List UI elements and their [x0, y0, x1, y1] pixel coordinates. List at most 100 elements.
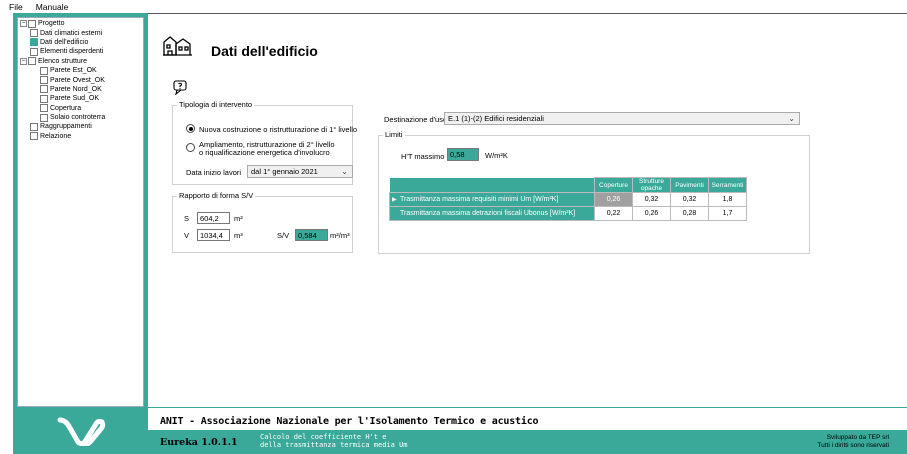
- v-label: V: [184, 231, 190, 240]
- tree-checkbox[interactable]: [40, 76, 48, 85]
- footer-bar: Eureka 1.0.1.1 Calcolo del coefficiente …: [148, 430, 907, 454]
- tree-checkbox[interactable]: [30, 29, 38, 38]
- tree-item[interactable]: Solaio controterra: [20, 113, 143, 122]
- desc-line-1: Calcolo del coefficiente H't e: [260, 433, 387, 441]
- tree-checkbox[interactable]: [30, 47, 38, 56]
- table-cell[interactable]: 0,26: [632, 206, 671, 221]
- limiti-title: Limiti: [383, 130, 405, 139]
- table-row[interactable]: ▶ Trasmittanza massima requisiti minimi U…: [389, 192, 747, 207]
- tipologia-group: Tipologia di intervento Nuova costruzion…: [172, 100, 357, 185]
- tree-item-label: Parete Nord_OK: [50, 85, 102, 93]
- table-cell[interactable]: 1,8: [708, 192, 747, 207]
- destinazione-value: E.1 (1)-(2) Edifici residenziali: [448, 114, 544, 123]
- tree-item[interactable]: Parete Sud_OK: [20, 94, 143, 103]
- tree-item-label: Raggruppamenti: [40, 123, 92, 131]
- tree-item[interactable]: Parete Ovest_OK: [20, 75, 143, 85]
- row-label-text: Trasmittanza massima detrazioni fiscali …: [400, 210, 576, 217]
- s-field[interactable]: 604,2: [197, 212, 230, 224]
- anit-logo: [13, 407, 148, 454]
- footer-header: ANIT - Associazione Nazionale per l'Isol…: [148, 407, 907, 430]
- tipologia-title: Tipologia di intervento: [177, 100, 255, 109]
- tree-checkbox[interactable]: [40, 104, 48, 113]
- app-version: Eureka 1.0.1.1: [160, 437, 238, 448]
- col-serramenti: Serramenti: [708, 177, 747, 193]
- tree-item[interactable]: − Progetto: [20, 19, 143, 28]
- col-strutture-opache: Strutture opache: [632, 177, 671, 193]
- table-cell[interactable]: 0,32: [632, 192, 671, 207]
- row-label-text: Trasmittanza massima requisiti minimi Um…: [400, 196, 559, 203]
- tree-item-label: Progetto: [38, 20, 65, 28]
- tree-item-label: Dati dell'edificio: [40, 38, 89, 46]
- tree-item-label: Parete Sud_OK: [50, 95, 100, 103]
- tree-item-label: Relazione: [40, 132, 72, 140]
- credits-line-2: Tutti i diritti sono riservati: [817, 442, 889, 449]
- tree-item[interactable]: Copertura: [20, 104, 143, 113]
- tree-item[interactable]: Relazione: [20, 132, 143, 141]
- tree-item-label: Elementi disperdenti: [40, 48, 104, 56]
- row-label: Trasmittanza massima detrazioni fiscali …: [389, 206, 595, 221]
- table-row[interactable]: Trasmittanza massima detrazioni fiscali …: [389, 206, 747, 221]
- s-unit: m²: [234, 214, 243, 223]
- tree-checkbox[interactable]: [40, 66, 48, 75]
- tree-item-label: Dati climatici esterni: [40, 29, 103, 37]
- tree-item[interactable]: Parete Nord_OK: [20, 85, 143, 94]
- chevron-down-icon: ⌄: [788, 114, 795, 123]
- collapse-icon[interactable]: −: [20, 20, 27, 28]
- v-unit: m³: [234, 231, 243, 240]
- ht-label: H'T massimo: [401, 152, 445, 161]
- sv-unit: m²/m³: [330, 231, 350, 240]
- project-tree[interactable]: − Progetto Dati climatici esterni Dati dell…: [17, 17, 144, 407]
- tree-checkbox[interactable]: [30, 38, 38, 47]
- limiti-table: Coperture Strutture opache Pavimenti Ser…: [389, 177, 747, 221]
- tree-checkbox[interactable]: [30, 132, 38, 141]
- table-corner: [389, 177, 595, 193]
- table-cell[interactable]: 0,28: [670, 206, 709, 221]
- tree-checkbox[interactable]: [28, 19, 36, 28]
- tree-checkbox[interactable]: [40, 113, 48, 122]
- tree-item[interactable]: Elementi disperdenti: [20, 47, 143, 56]
- buildings-icon: [163, 36, 192, 56]
- table-cell[interactable]: 1,7: [708, 206, 747, 221]
- ht-field: 0,58: [447, 148, 479, 161]
- menubar: File Manuale: [0, 0, 907, 13]
- tree-checkbox[interactable]: [40, 85, 48, 94]
- rapporto-group: Rapporto di forma S/V S 604,2 m² V 1034,…: [172, 191, 353, 253]
- radio-ampliamento[interactable]: [186, 143, 195, 152]
- chevron-down-icon: ⌄: [341, 167, 348, 176]
- credits-line-1: Sviluppato da TEP srl: [826, 434, 889, 441]
- row-label: ▶ Trasmittanza massima requisiti minimi U…: [389, 192, 595, 207]
- destinazione-select[interactable]: E.1 (1)-(2) Edifici residenziali ⌄: [444, 112, 800, 125]
- tree-item-label: Parete Est_OK: [50, 67, 97, 75]
- tree-item-label: Elenco strutture: [38, 57, 88, 65]
- destinazione-label: Destinazione d'uso: [384, 115, 448, 124]
- sv-field: 0,584: [295, 229, 328, 241]
- sv-label: S/V: [277, 231, 290, 240]
- anit-logo-icon: [57, 417, 105, 446]
- table-cell[interactable]: 0,32: [670, 192, 709, 207]
- table-cell[interactable]: 0,22: [594, 206, 633, 221]
- tree-item[interactable]: Parete Est_OK: [20, 66, 143, 75]
- col-coperture: Coperture: [594, 177, 633, 193]
- collapse-icon[interactable]: −: [20, 57, 27, 65]
- tree-checkbox[interactable]: [28, 57, 36, 66]
- tree-item[interactable]: Dati dell'edificio: [20, 38, 143, 47]
- option2-label-2: o riqualificazione energetica d'involucr…: [199, 148, 330, 157]
- option1-label: Nuova costruzione o ristrutturazione di …: [199, 125, 358, 134]
- footer-title: ANIT - Associazione Nazionale per l'Isol…: [160, 416, 539, 427]
- app-description: Calcolo del coefficiente H't e della tra…: [260, 433, 408, 449]
- data-inizio-select[interactable]: dal 1° gennaio 2021 ⌄: [247, 165, 353, 178]
- tree-checkbox[interactable]: [30, 122, 38, 131]
- menu-manuale[interactable]: Manuale: [36, 2, 69, 12]
- tree-item-label: Parete Ovest_OK: [50, 76, 105, 84]
- tree-checkbox[interactable]: [40, 94, 48, 103]
- row-selector-icon: ▶: [392, 197, 397, 203]
- radio-nuova-costruzione[interactable]: [186, 124, 195, 133]
- menu-file[interactable]: File: [9, 2, 23, 12]
- tree-item[interactable]: Raggruppamenti: [20, 122, 143, 131]
- tree-item[interactable]: Dati climatici esterni: [20, 28, 143, 38]
- v-field[interactable]: 1034,4: [197, 229, 230, 241]
- s-label: S: [184, 214, 190, 223]
- table-cell[interactable]: 0,26: [594, 192, 633, 207]
- tree-item[interactable]: − Elenco strutture: [20, 57, 143, 66]
- help-chat-icon[interactable]: [173, 80, 189, 95]
